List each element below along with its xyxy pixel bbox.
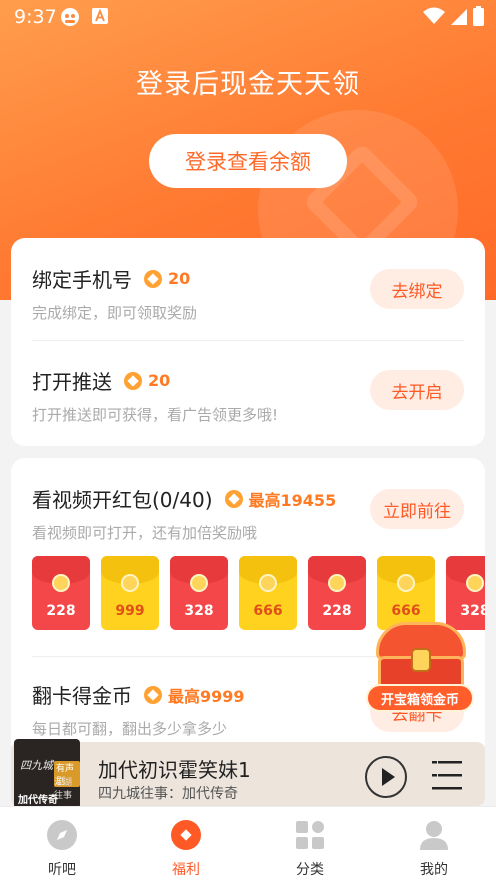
status-time: 9:37 <box>14 6 57 28</box>
coin-icon <box>144 685 162 704</box>
a-app-icon <box>92 8 108 24</box>
track-title: 加代初识霍笑妹1 <box>98 758 251 782</box>
welfare-icon <box>171 820 201 850</box>
coin-icon <box>144 269 162 288</box>
task-watch-video: 看视频开红包(0/40) 最高19455 看视频即可打开，还有加倍奖励哦 立即前… <box>32 484 464 543</box>
coin-icon <box>121 574 139 592</box>
track-subtitle: 四九城往事：加代传奇 <box>98 786 238 802</box>
hero-title: 登录后现金天天领 <box>136 69 360 100</box>
divider <box>32 340 464 341</box>
task-enable-push: 打开推送 20 打开推送即可获得，看广告领更多哦! 去开启 <box>32 366 464 425</box>
tab-listen[interactable]: 听吧 <box>0 807 124 883</box>
red-packet-value: 666 <box>253 603 283 619</box>
red-packet-value: 328 <box>460 603 485 619</box>
status-indicators <box>423 6 484 26</box>
enable-push-button[interactable]: 去开启 <box>370 370 464 410</box>
mini-player[interactable]: 四九城 有声剧 江湖往事 加代传奇 加代初识霍笑妹1 四九城往事：加代传奇 <box>11 739 485 809</box>
tab-label: 我的 <box>420 862 448 878</box>
task-reward: 20 <box>168 269 191 288</box>
category-icon <box>296 821 324 849</box>
red-packet[interactable]: 328 <box>446 556 485 630</box>
red-packet[interactable]: 999 <box>101 556 159 630</box>
play-button[interactable] <box>365 756 407 798</box>
bind-phone-button[interactable]: 去绑定 <box>370 269 464 309</box>
profile-icon <box>420 821 448 850</box>
go-now-button[interactable]: 立即前往 <box>370 489 464 529</box>
task-bind-phone: 绑定手机号 20 完成绑定，即可领取奖励 去绑定 <box>32 264 464 323</box>
coin-icon <box>224 489 243 508</box>
red-packet[interactable]: 666 <box>377 556 435 630</box>
bottom-tab-bar: 听吧 福利 分类 我的 <box>0 806 496 883</box>
red-packet-value: 328 <box>184 603 214 619</box>
tab-label: 福利 <box>172 862 200 878</box>
battery-icon <box>473 6 484 26</box>
tab-category[interactable]: 分类 <box>248 807 372 883</box>
tab-profile[interactable]: 我的 <box>372 807 496 883</box>
treasure-chest-label: 开宝箱领金币 <box>366 684 474 712</box>
login-button[interactable]: 登录查看余额 <box>149 134 347 188</box>
coin-icon <box>190 574 208 592</box>
status-bar: 9:37 <box>0 0 496 34</box>
signal-icon <box>451 9 467 25</box>
task-reward: 最高19455 <box>248 490 337 510</box>
coin-icon <box>124 371 142 390</box>
coin-icon <box>466 574 484 592</box>
red-packet-row: 228 999 328 666 228 666 328 <box>32 556 485 632</box>
coin-icon <box>259 574 277 592</box>
task-reward: 最高9999 <box>168 686 245 706</box>
task-title: 绑定手机号 <box>32 268 132 292</box>
wifi-icon <box>423 7 445 24</box>
red-packet-value: 999 <box>115 603 145 619</box>
red-packet[interactable]: 328 <box>170 556 228 630</box>
red-packet[interactable]: 666 <box>239 556 297 630</box>
task-title: 翻卡得金币 <box>32 684 132 708</box>
red-packet[interactable]: 228 <box>308 556 366 630</box>
coin-icon <box>397 574 415 592</box>
cover-bottom-title: 加代传奇 <box>18 795 58 806</box>
album-cover[interactable]: 四九城 有声剧 江湖往事 加代传奇 <box>14 739 80 809</box>
red-packet-value: 228 <box>46 603 76 619</box>
tab-label: 听吧 <box>48 862 76 878</box>
coin-icon <box>328 574 346 592</box>
red-packet[interactable]: 228 <box>32 556 90 630</box>
playlist-icon[interactable] <box>432 759 462 793</box>
cover-text: 四九城 <box>20 759 53 772</box>
red-packet-value: 666 <box>391 603 421 619</box>
chest-lock-icon <box>411 648 431 672</box>
tab-welfare[interactable]: 福利 <box>124 807 248 883</box>
task-reward: 20 <box>148 371 171 390</box>
headphone-app-icon <box>61 8 79 26</box>
treasure-chest[interactable]: 开宝箱领金币 <box>366 622 474 716</box>
task-title: 看视频开红包(0/40) <box>32 488 213 512</box>
tasks-card: 绑定手机号 20 完成绑定，即可领取奖励 去绑定 打开推送 20 打开推送即可获… <box>11 238 485 446</box>
red-packet-value: 228 <box>322 603 352 619</box>
coin-icon <box>52 574 70 592</box>
task-title: 打开推送 <box>32 370 112 394</box>
compass-icon <box>47 820 77 850</box>
tab-label: 分类 <box>296 862 324 878</box>
